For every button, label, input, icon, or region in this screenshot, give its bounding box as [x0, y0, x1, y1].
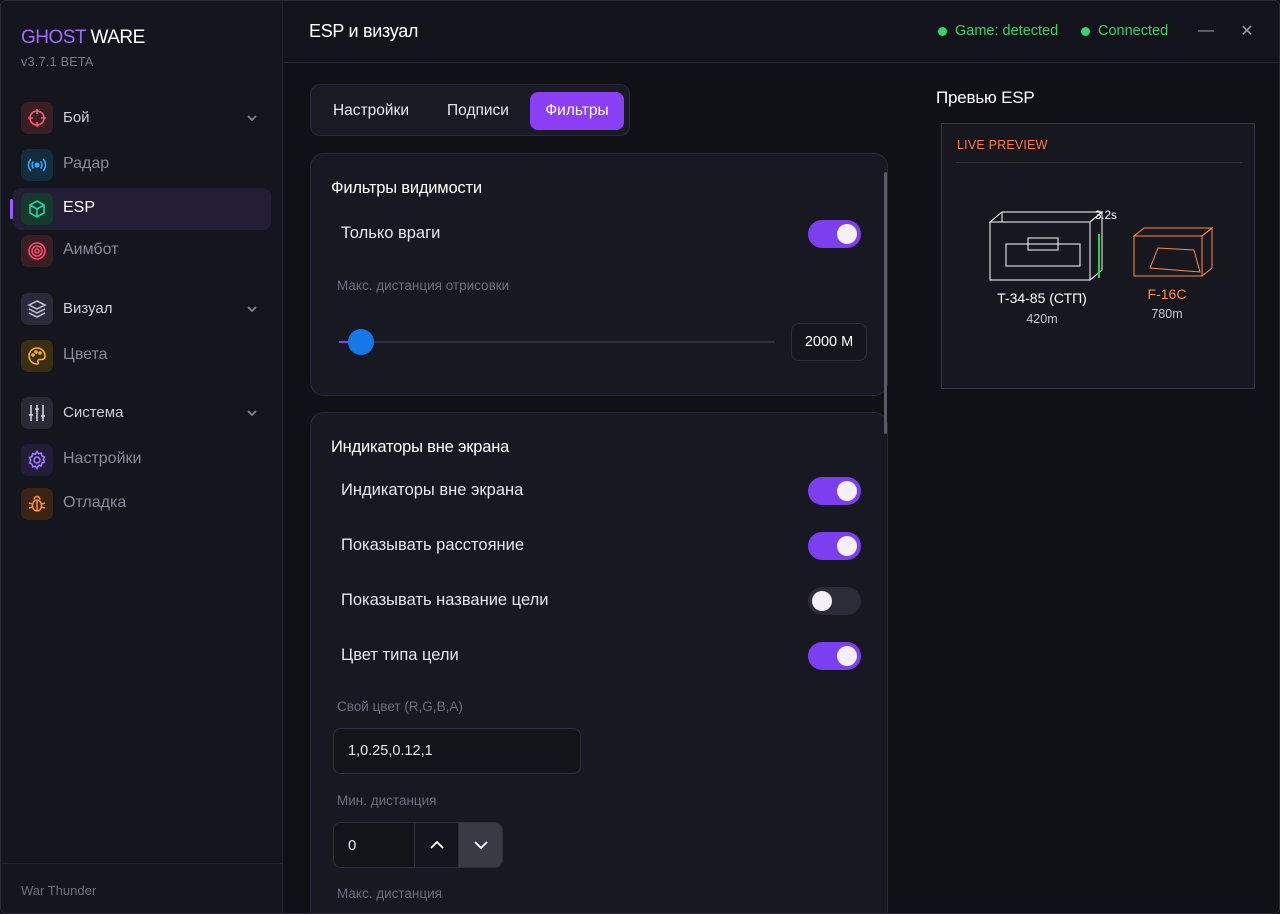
field-label: Макс. дистанция [337, 886, 442, 901]
toggle-label: Индикаторы вне экрана [341, 481, 524, 499]
page-title: ESP и визуал [309, 21, 419, 41]
main-content: Настройки Подписи Фильтры Фильтры видимо… [284, 64, 1279, 913]
aircraft-esp-box [1132, 226, 1214, 277]
toggle-label: Показывать название цели [341, 591, 549, 609]
palette-icon [21, 340, 53, 372]
show-target-name-toggle[interactable] [808, 587, 861, 615]
chevron-up-icon [429, 840, 444, 849]
target-type-color-toggle[interactable] [808, 642, 861, 670]
target-name: T-34-85 (СТП) [997, 290, 1087, 306]
scrollbar[interactable] [884, 172, 887, 434]
max-draw-distance-value[interactable]: 2000 M [791, 323, 867, 361]
sidebar-item-radar[interactable]: Радар [13, 144, 271, 186]
status-connection: Connected [1081, 23, 1168, 39]
target-distance: 780m [1151, 307, 1183, 321]
decrement-button[interactable] [458, 823, 502, 867]
slider-thumb[interactable] [347, 329, 374, 355]
only-enemies-toggle[interactable] [808, 220, 861, 248]
custom-color-input[interactable]: 1,0.25,0.12,1 [333, 728, 581, 774]
radar-icon [21, 149, 53, 181]
tab-filters[interactable]: Фильтры [530, 92, 624, 130]
target-distance: 420m [1026, 312, 1058, 326]
divider [956, 162, 1242, 163]
sidebar: GHOST WARE v3.7.1 BETA Бой Радар ESP Аим… [1, 1, 283, 913]
target-timer: 3.2s [1095, 210, 1117, 222]
crosshair-icon [21, 102, 53, 134]
close-button[interactable]: ✕ [1235, 19, 1259, 43]
offscreen-indicators-toggle[interactable] [808, 477, 861, 505]
version-label: v3.7.1 BETA [21, 55, 94, 69]
tab-bar: Настройки Подписи Фильтры [310, 84, 630, 136]
offscreen-indicators-card: Индикаторы вне экрана Индикаторы вне экр… [310, 412, 888, 913]
tab-settings[interactable]: Настройки [319, 92, 423, 130]
sidebar-group-visual[interactable]: Визуал [13, 288, 271, 330]
preview-title: Превью ESP [936, 88, 1035, 107]
status-dot-icon [1081, 26, 1090, 36]
sidebar-group-combat[interactable]: Бой [13, 97, 271, 139]
field-label: Мин. дистанция [337, 793, 437, 808]
minimize-button[interactable]: — [1194, 19, 1218, 43]
live-preview-label: LIVE PREVIEW [957, 138, 1048, 152]
field-label: Свой цвет (R,G,B,A) [337, 699, 463, 714]
sidebar-item-settings[interactable]: Настройки [13, 439, 271, 481]
visibility-filters-card: Фильтры видимости Только враги Макс. дис… [310, 153, 888, 396]
cube-icon [21, 193, 53, 225]
bug-icon [21, 488, 53, 520]
layers-icon [21, 293, 53, 325]
show-distance-toggle[interactable] [808, 532, 861, 560]
status-dot-icon [938, 26, 947, 36]
sidebar-item-debug[interactable]: Отладка [13, 483, 271, 525]
chevron-down-icon [247, 306, 257, 313]
sidebar-item-esp[interactable]: ESP [10, 188, 271, 230]
target-name: F-16C [1147, 286, 1187, 302]
min-distance-input[interactable]: 0 [334, 823, 414, 867]
toggle-label: Цвет типа цели [341, 646, 459, 664]
slider-label: Макс. дистанция отрисовки [337, 278, 510, 293]
chevron-down-icon [247, 115, 257, 122]
chevron-down-icon [473, 841, 488, 850]
max-draw-distance-slider[interactable] [339, 329, 775, 355]
card-title: Индикаторы вне экрана [331, 438, 510, 456]
target-icon [21, 235, 53, 267]
sidebar-item-colors[interactable]: Цвета [13, 335, 271, 377]
game-name: War Thunder [21, 883, 97, 898]
gear-icon [21, 444, 53, 476]
toggle-label: Только враги [341, 224, 441, 242]
card-title: Фильтры видимости [331, 179, 482, 197]
sliders-icon [21, 397, 53, 429]
chevron-down-icon [247, 410, 257, 417]
toggle-label: Показывать расстояние [341, 536, 525, 554]
sidebar-group-system[interactable]: Система [13, 392, 271, 434]
status-game: Game: detected [938, 23, 1058, 39]
header: ESP и визуал Game: detected Connected — … [284, 1, 1279, 63]
increment-button[interactable] [414, 823, 458, 867]
tab-captions[interactable]: Подписи [433, 92, 523, 130]
app-window: GHOST WARE v3.7.1 BETA Бой Радар ESP Аим… [0, 0, 1280, 914]
esp-preview: LIVE PREVIEW 3.2s T-34-85 (СТП) 420m F-1… [941, 123, 1255, 389]
sidebar-item-aimbot[interactable]: Аимбот [13, 230, 271, 272]
sidebar-divider [1, 863, 283, 864]
min-distance-stepper: 0 [333, 822, 503, 868]
brand-logo: GHOST WARE [21, 27, 145, 48]
